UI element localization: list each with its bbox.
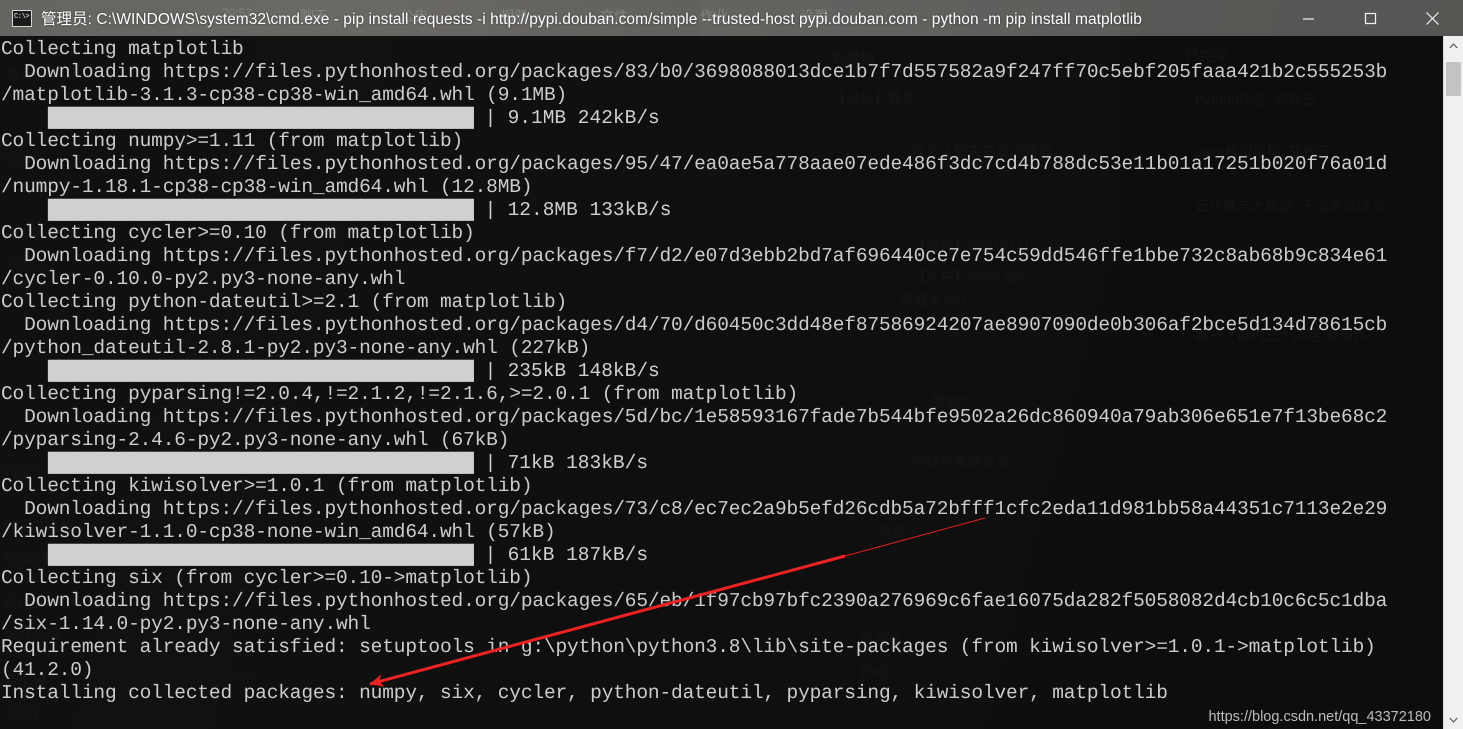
console-output-area[interactable]: Collecting matplotlib Downloading https:… (0, 36, 1443, 729)
console-line: Collecting numpy>=1.11 (from matplotlib) (1, 130, 464, 152)
console-line: Collecting six (from cycler>=0.10->matpl… (1, 567, 533, 589)
progress-status: 71kB 183kB/s (495, 452, 649, 474)
scrollbar-thumb[interactable] (1446, 62, 1461, 96)
console-line: Collecting matplotlib (1, 38, 244, 60)
progress-blocks: ██████████████████████████████████████ | (47, 452, 497, 474)
console-line: (41.2.0) (1, 659, 94, 681)
console-line: Downloading https://files.pythonhosted.o… (1, 245, 1388, 267)
maximize-button[interactable] (1339, 0, 1401, 36)
console-line: Downloading https://files.pythonhosted.o… (1, 590, 1388, 612)
chevron-up-icon[interactable] (1444, 36, 1463, 55)
close-button[interactable] (1401, 0, 1463, 36)
title-bar[interactable]: 管理员: C:\WINDOWS\system32\cmd.exe - pip i… (0, 0, 1463, 36)
progress-bar-line: ██████████████████████████████████████ |… (1, 452, 1387, 475)
cmd-console-icon (12, 9, 32, 27)
console-line: Downloading https://files.pythonhosted.o… (1, 314, 1388, 336)
console-line: Collecting python-dateutil>=2.1 (from ma… (1, 291, 568, 313)
console-scrollbar[interactable] (1443, 36, 1463, 729)
progress-status: 235kB 148kB/s (495, 360, 660, 382)
console-line: Collecting cycler>=0.10 (from matplotlib… (1, 222, 475, 244)
console-line: Requirement already satisfied: setuptool… (1, 636, 1376, 658)
progress-blocks: ██████████████████████████████████████ | (47, 360, 497, 382)
screen: 群通知【公告】群号:群成员 8/9已完成Python作业_邢教云Java模型结构… (0, 0, 1463, 729)
progress-blocks: ██████████████████████████████████████ | (47, 107, 497, 129)
progress-bar-line: ██████████████████████████████████████ |… (1, 199, 1387, 222)
window-title: 管理员: C:\WINDOWS\system32\cmd.exe - pip i… (41, 11, 1142, 28)
progress-bar-line: ██████████████████████████████████████ |… (1, 544, 1387, 567)
console-line: /matplotlib-3.1.3-cp38-cp38-win_amd64.wh… (1, 84, 568, 106)
console-line: Downloading https://files.pythonhosted.o… (1, 61, 1388, 83)
progress-status: 12.8MB 133kB/s (495, 199, 672, 221)
console-line: Downloading https://files.pythonhosted.o… (1, 498, 1388, 520)
cmd-window: 管理员: C:\WINDOWS\system32\cmd.exe - pip i… (0, 0, 1463, 729)
console-line: Collecting pyparsing!=2.0.4,!=2.1.2,!=2.… (1, 383, 799, 405)
console-line: /kiwisolver-1.1.0-cp38-none-win_amd64.wh… (1, 521, 556, 543)
console-line: /six-1.14.0-py2.py3-none-any.whl (1, 613, 371, 635)
console-line: Downloading https://files.pythonhosted.o… (1, 153, 1388, 175)
minimize-button[interactable] (1277, 0, 1339, 36)
chevron-down-icon[interactable] (1444, 710, 1463, 729)
console-line: /python_dateutil-2.8.1-py2.py3-none-any.… (1, 337, 591, 359)
progress-blocks: ██████████████████████████████████████ | (47, 199, 497, 221)
console-line: Installing collected packages: numpy, si… (1, 682, 1168, 704)
progress-blocks: ██████████████████████████████████████ | (47, 544, 497, 566)
console-line: /numpy-1.18.1-cp38-cp38-win_amd64.whl (1… (1, 176, 533, 198)
console-line: /cycler-0.10.0-py2.py3-none-any.whl (1, 268, 406, 290)
watermark: https://blog.csdn.net/qq_43372180 (1208, 709, 1431, 725)
console-line: /pyparsing-2.4.6-py2.py3-none-any.whl (6… (1, 429, 510, 451)
window-controls (1277, 0, 1463, 36)
progress-status: 61kB 187kB/s (495, 544, 649, 566)
console-line: Downloading https://files.pythonhosted.o… (1, 406, 1388, 428)
console-text: Collecting matplotlib Downloading https:… (0, 36, 1387, 705)
progress-bar-line: ██████████████████████████████████████ |… (1, 107, 1387, 130)
console-line: Collecting kiwisolver>=1.0.1 (from matpl… (1, 475, 533, 497)
progress-status: 9.1MB 242kB/s (495, 107, 660, 129)
progress-bar-line: ██████████████████████████████████████ |… (1, 360, 1387, 383)
